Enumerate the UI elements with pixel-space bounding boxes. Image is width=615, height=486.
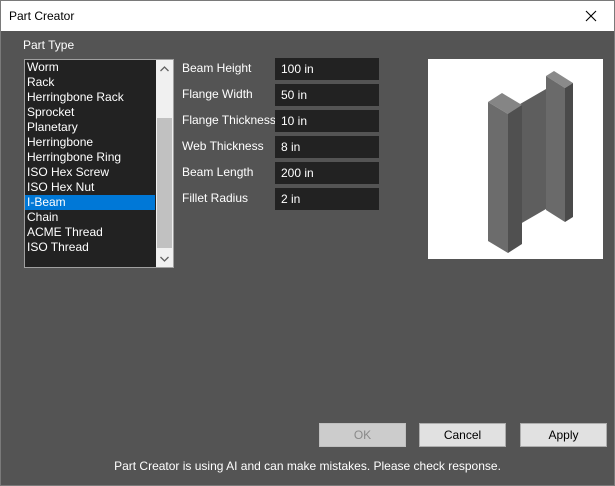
part-type-label: Part Type xyxy=(23,38,75,52)
list-item[interactable]: ISO Thread xyxy=(25,240,155,255)
list-item[interactable]: Rack xyxy=(25,75,155,90)
list-item[interactable]: ACME Thread xyxy=(25,225,155,240)
list-item[interactable]: Sprocket xyxy=(25,105,155,120)
list-scrollbar[interactable] xyxy=(156,60,173,267)
cancel-button[interactable]: Cancel xyxy=(419,423,506,447)
chevron-up-icon xyxy=(160,65,169,71)
fillet-radius-input[interactable]: 2 in xyxy=(275,188,379,210)
scroll-thumb[interactable] xyxy=(157,118,172,248)
close-icon xyxy=(585,10,597,22)
fillet-radius-label: Fillet Radius xyxy=(182,191,249,205)
list-item[interactable]: Planetary xyxy=(25,120,155,135)
list-item[interactable]: ISO Hex Nut xyxy=(25,180,155,195)
part-creator-window: Part Creator Part Type Worm Rack Herring… xyxy=(0,0,615,486)
window-title: Part Creator xyxy=(9,9,75,23)
i-beam-preview-image xyxy=(488,71,573,253)
list-item-selected[interactable]: I-Beam xyxy=(25,195,155,210)
scroll-up-button[interactable] xyxy=(156,60,173,77)
scroll-down-button[interactable] xyxy=(156,250,173,267)
ok-button[interactable]: OK xyxy=(319,423,406,447)
apply-button[interactable]: Apply xyxy=(520,423,607,447)
flange-thickness-input[interactable]: 10 in xyxy=(275,110,379,132)
list-item[interactable]: Herringbone Ring xyxy=(25,150,155,165)
list-item[interactable]: Worm xyxy=(25,60,155,75)
close-button[interactable] xyxy=(568,1,614,31)
part-type-list[interactable]: Worm Rack Herringbone Rack Sprocket Plan… xyxy=(24,59,174,268)
list-item[interactable]: Herringbone Rack xyxy=(25,90,155,105)
beam-height-input[interactable]: 100 in xyxy=(275,58,379,80)
beam-length-input[interactable]: 200 in xyxy=(275,162,379,184)
flange-width-label: Flange Width xyxy=(182,87,253,101)
list-item[interactable]: Herringbone xyxy=(25,135,155,150)
list-item[interactable]: ISO Hex Screw xyxy=(25,165,155,180)
list-item[interactable]: Chain xyxy=(25,210,155,225)
web-thickness-input[interactable]: 8 in xyxy=(275,136,379,158)
chevron-down-icon xyxy=(160,256,169,262)
flange-thickness-label: Flange Thickness xyxy=(182,113,276,127)
web-thickness-label: Web Thickness xyxy=(182,139,264,153)
flange-width-input[interactable]: 50 in xyxy=(275,84,379,106)
part-preview xyxy=(428,59,603,259)
beam-height-label: Beam Height xyxy=(182,61,252,75)
ai-disclaimer: Part Creator is using AI and can make mi… xyxy=(114,459,501,473)
beam-length-label: Beam Length xyxy=(182,165,254,179)
title-bar: Part Creator xyxy=(1,1,614,31)
